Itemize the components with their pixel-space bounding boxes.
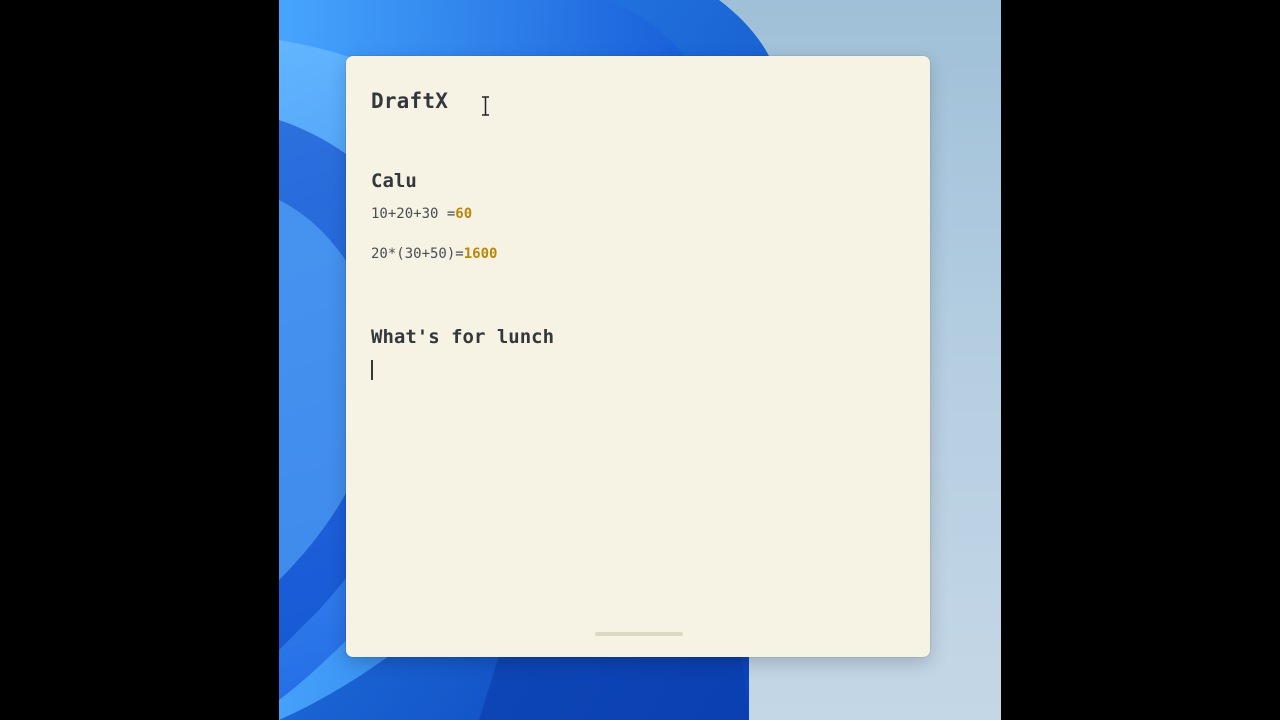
letterbox-left: [0, 0, 279, 720]
letterbox-right: [1001, 0, 1280, 720]
calc-expression: 10+20+30 =: [371, 206, 456, 222]
note-window[interactable]: DraftX Calu 10+20+30 =60 20*(30+50)=1600…: [346, 56, 930, 657]
calc-result: 60: [455, 206, 473, 222]
ibeam-cursor-icon: [482, 96, 489, 116]
note-title[interactable]: DraftX: [371, 89, 448, 113]
calc-line[interactable]: 20*(30+50)=1600: [371, 246, 497, 262]
resize-handle[interactable]: [595, 632, 683, 636]
text-caret: [371, 360, 373, 380]
calc-expression: 20*(30+50)=: [371, 246, 464, 262]
calc-result: 1600: [463, 246, 498, 262]
section-heading-calc[interactable]: Calu: [371, 170, 417, 192]
calc-line[interactable]: 10+20+30 =60: [371, 206, 472, 222]
section-heading-lunch[interactable]: What's for lunch: [371, 326, 554, 348]
